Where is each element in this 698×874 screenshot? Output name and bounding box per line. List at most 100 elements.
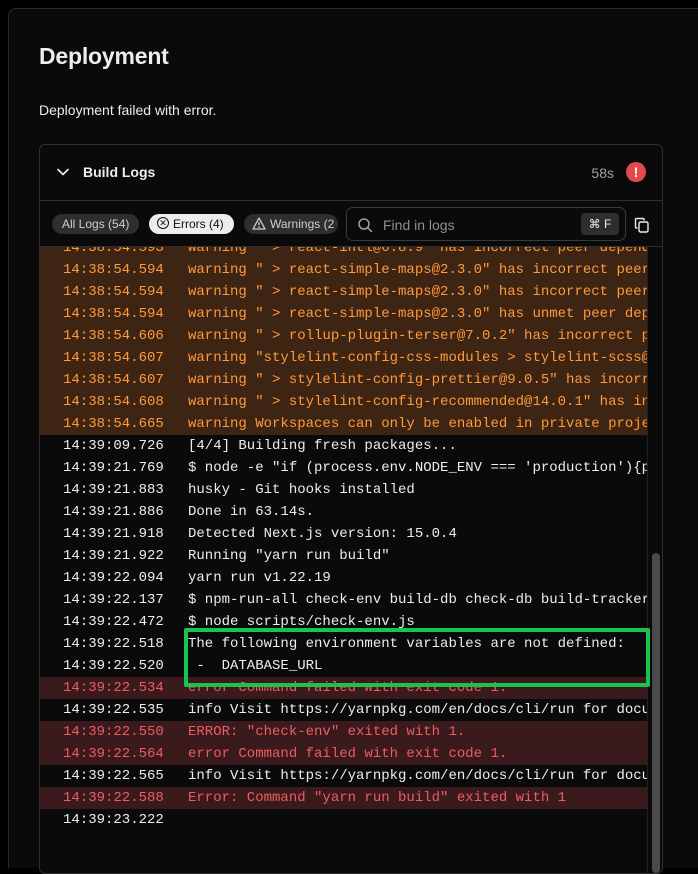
log-timestamp: 14:39:09.726 [63, 438, 164, 454]
filter-warnings-label: Warnings (2 [270, 217, 335, 231]
log-message: warning Workspaces can only be enabled i… [188, 416, 647, 432]
search-icon [358, 218, 373, 233]
log-line: 14:39:22.534 error Command failed with ex… [40, 677, 647, 699]
log-message: - DATABASE_URL [188, 658, 323, 674]
build-logs-header[interactable]: Build Logs 58s ! [40, 145, 662, 201]
log-line: 14:38:54.594 warning " > react-simple-map… [40, 259, 647, 281]
log-timestamp: 14:39:22.550 [63, 724, 164, 740]
log-timestamp: 14:39:23.222 [63, 812, 164, 828]
log-timestamp: 14:38:54.607 [63, 350, 164, 366]
log-line: 14:38:54.606 warning " > rollup-plugin-te… [40, 325, 647, 347]
log-message: error Command failed with exit code 1. [188, 680, 508, 696]
log-message: Detected Next.js version: 15.0.4 [188, 526, 457, 542]
log-timestamp: 14:39:21.922 [63, 548, 164, 564]
log-line: 14:39:23.222 [40, 809, 647, 831]
log-message: yarn run v1.22.19 [188, 570, 331, 586]
page-title: Deployment [39, 43, 169, 69]
log-message: Error: Command "yarn run build" exited w… [188, 790, 567, 806]
log-message: info Visit https://yarnpkg.com/en/docs/c… [188, 702, 647, 718]
filter-errors-label: Errors (4) [173, 217, 224, 231]
log-line: 14:39:22.564 error Command failed with ex… [40, 743, 647, 765]
filter-all-logs[interactable]: All Logs (54) [52, 214, 140, 234]
log-timestamp: 14:38:54.594 [63, 262, 164, 278]
log-timestamp: 14:39:22.472 [63, 614, 164, 630]
log-timestamp: 14:39:22.535 [63, 702, 164, 718]
log-timestamp: 14:38:54.593 [63, 247, 164, 256]
log-timestamp: 14:38:54.594 [63, 306, 164, 322]
log-message: warning " > react-simple-maps@2.3.0" has… [188, 262, 647, 278]
log-message: ERROR: "check-env" exited with 1. [188, 724, 466, 740]
log-message: warning " > react-simple-maps@2.3.0" has… [188, 306, 647, 322]
log-timestamp: 14:39:22.565 [63, 768, 164, 784]
log-timestamp: 14:39:22.588 [63, 790, 164, 806]
log-timestamp: 14:38:54.608 [63, 394, 164, 410]
log-timestamp: 14:39:21.918 [63, 526, 164, 542]
log-line: 14:39:22.520 - DATABASE_URL [40, 655, 647, 677]
log-line: 14:39:22.094 yarn run v1.22.19 [40, 567, 647, 589]
log-message: The following environment variables are … [188, 636, 625, 652]
log-scrollbar-thumb[interactable] [652, 553, 660, 873]
log-search[interactable]: ⌘ F [346, 207, 626, 241]
log-scrollbar[interactable] [647, 247, 662, 873]
log-timestamp: 14:39:22.137 [63, 592, 164, 608]
copy-icon[interactable] [634, 217, 650, 233]
log-line: 14:38:54.593 warning " > react-intl@6.8.9… [40, 247, 647, 259]
log-message: $ node scripts/check-env.js [188, 614, 415, 630]
log-line: 14:39:09.726 [4/4] Building fresh package… [40, 435, 647, 457]
deployment-status-text: Deployment failed with error. [39, 102, 217, 118]
log-line: 14:39:21.922 Running "yarn run build" [40, 545, 647, 567]
log-line: 14:39:22.565 info Visit https://yarnpkg.c… [40, 765, 647, 787]
chevron-down-icon[interactable] [56, 165, 70, 179]
log-timestamp: 14:39:21.769 [63, 460, 164, 476]
log-line: 14:38:54.594 warning " > react-simple-map… [40, 303, 647, 325]
error-status-icon: ! [626, 162, 646, 182]
log-timestamp: 14:38:54.606 [63, 328, 164, 344]
log-line: 14:39:22.472 $ node scripts/check-env.js [40, 611, 647, 633]
build-logs-panel: Build Logs 58s ! All Logs (54) ✕ Errors (… [39, 144, 663, 874]
log-timestamp: 14:38:54.594 [63, 284, 164, 300]
log-timestamp: 14:39:22.534 [63, 680, 164, 696]
log-message: warning "stylelint-config-css-modules > … [188, 350, 647, 366]
log-line: 14:38:54.607 warning " > stylelint-config… [40, 369, 647, 391]
log-message: error Command failed with exit code 1. [188, 746, 508, 762]
build-duration: 58s [591, 165, 614, 181]
log-line: 14:39:21.883 husky - Git hooks installed [40, 479, 647, 501]
log-timestamp: 14:39:22.520 [63, 658, 164, 674]
log-timestamp: 14:39:22.518 [63, 636, 164, 652]
log-line: 14:39:21.918 Detected Next.js version: 15… [40, 523, 647, 545]
log-message: info Visit https://yarnpkg.com/en/docs/c… [188, 768, 647, 784]
log-message: Done in 63.14s. [188, 504, 315, 520]
log-line: 14:38:54.594 warning " > react-simple-map… [40, 281, 647, 303]
log-line: 14:39:22.137 $ npm-run-all check-env buil… [40, 589, 647, 611]
log-message: warning " > react-intl@6.8.9" has incorr… [188, 247, 647, 256]
deployment-card: Deployment Deployment failed with error.… [8, 8, 698, 874]
log-line: 14:39:21.886 Done in 63.14s. [40, 501, 647, 523]
close-circle-icon: ✕ [157, 217, 169, 229]
log-message: [4/4] Building fresh packages... [188, 438, 457, 454]
log-search-input[interactable] [381, 215, 575, 235]
log-timestamp: 14:39:21.886 [63, 504, 164, 520]
warning-icon [252, 217, 266, 230]
log-timestamp: 14:39:21.883 [63, 482, 164, 498]
log-message: warning " > rollup-plugin-terser@7.0.2" … [188, 328, 647, 344]
log-message: $ node -e "if (process.env.NODE_ENV === … [188, 460, 647, 476]
log-message: warning " > stylelint-config-recommended… [188, 394, 647, 410]
log-line: 14:38:54.665 warning Workspaces can only … [40, 413, 647, 435]
log-message: warning " > stylelint-config-prettier@9.… [188, 372, 647, 388]
log-line: 14:39:21.769 $ node -e "if (process.env.N… [40, 457, 647, 479]
log-line: 14:38:54.608 warning " > stylelint-config… [40, 391, 647, 413]
filter-errors[interactable]: ✕ Errors (4) [149, 214, 234, 234]
log-message: husky - Git hooks installed [188, 482, 415, 498]
log-line: 14:38:54.607 warning "stylelint-config-cs… [40, 347, 647, 369]
log-output: 14:38:54.593 warning " > react-intl@6.8.9… [40, 247, 647, 873]
log-line: 14:39:22.550 ERROR: "check-env" exited wi… [40, 721, 647, 743]
filter-warnings[interactable]: Warnings (2 [244, 214, 338, 234]
log-line: 14:39:22.535 info Visit https://yarnpkg.c… [40, 699, 647, 721]
log-message: warning " > react-simple-maps@2.3.0" has… [188, 284, 647, 300]
log-timestamp: 14:38:54.665 [63, 416, 164, 432]
log-toolbar: All Logs (54) ✕ Errors (4) Warnings (2 ⌘ … [40, 201, 662, 247]
log-timestamp: 14:39:22.094 [63, 570, 164, 586]
log-timestamp: 14:38:54.607 [63, 372, 164, 388]
log-line: 14:39:22.518 The following environment va… [40, 633, 647, 655]
log-message: $ npm-run-all check-env build-db check-d… [188, 592, 647, 608]
